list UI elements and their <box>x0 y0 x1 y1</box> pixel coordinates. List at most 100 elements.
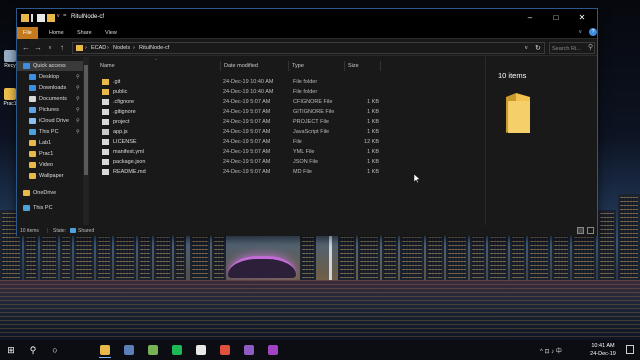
minimize-button[interactable]: – <box>517 9 543 27</box>
scrollbar-thumb[interactable] <box>84 65 88 175</box>
file-row[interactable]: .cfignore 24-Dec-19 5:07 AM CFIGNORE File 1… <box>97 97 482 107</box>
itunes-app-icon <box>196 345 206 355</box>
nav-item-onedrive[interactable]: OneDrive <box>17 188 85 198</box>
onenote-app-button[interactable] <box>264 342 282 358</box>
file-icon <box>102 119 109 125</box>
nav-item-pictures[interactable]: Pictures ⚲ <box>17 105 85 115</box>
nav-item-quick-access[interactable]: Quick access <box>17 61 85 71</box>
navigation-pane-scrollbar[interactable] <box>83 57 89 225</box>
nav-item-label: Lab1 <box>39 140 52 146</box>
nav-item-label: Quick access <box>33 63 66 69</box>
folder-icon <box>29 151 36 157</box>
file-row[interactable]: README.md 24-Dec-19 5:07 AM MD File 1 KB <box>97 167 482 177</box>
visual-studio-app-button[interactable] <box>240 342 258 358</box>
search-button[interactable]: ⚲ <box>24 342 42 358</box>
file-row[interactable]: package.json 24-Dec-19 5:07 AM JSON File 1 … <box>97 157 482 167</box>
spotify-app-button[interactable] <box>168 342 186 358</box>
search-box[interactable]: ⚲ <box>549 42 595 54</box>
file-size: 1 KB <box>367 99 379 105</box>
tab-home[interactable]: Home <box>43 27 70 39</box>
breadcrumb-nodels[interactable]: Nodels <box>113 45 130 51</box>
separator-icon <box>31 14 33 22</box>
start-button[interactable]: ⊞ <box>2 342 20 358</box>
quick-access-toolbar-dropdown[interactable]: v <box>57 13 60 19</box>
task-view-button[interactable]: ○ <box>46 342 64 358</box>
nav-item-wallpaper[interactable]: Wallpaper <box>17 171 85 181</box>
tab-view[interactable]: View <box>99 27 123 39</box>
file-icon <box>102 149 109 155</box>
file-row[interactable]: manifest.yml 24-Dec-19 5:07 AM YML File 1 K… <box>97 147 482 157</box>
file-name: .git <box>113 79 121 85</box>
address-dropdown-button[interactable]: v <box>525 45 528 51</box>
new-folder-icon[interactable] <box>47 14 55 22</box>
large-icons-view-button[interactable] <box>587 227 594 234</box>
refresh-button[interactable]: ↻ <box>535 44 541 52</box>
nav-item-label: Pictures <box>39 107 59 113</box>
file-explorer-app-button[interactable] <box>96 342 114 358</box>
nav-item-documents[interactable]: Documents ⚲ <box>17 94 85 104</box>
help-button[interactable]: ? <box>589 28 597 36</box>
column-header-name[interactable]: Name <box>97 61 221 71</box>
file-size: 1 KB <box>367 109 379 115</box>
nav-item-label: Desktop <box>39 74 60 80</box>
file-row[interactable]: .git 24-Dec-19 10:40 AM File folder <box>97 77 482 87</box>
itunes-app-button[interactable] <box>192 342 210 358</box>
nav-item-icloud-drive[interactable]: iCloud Drive ⚲ <box>17 116 85 126</box>
photos-app-button[interactable] <box>120 342 138 358</box>
search-input[interactable] <box>552 44 586 53</box>
preview-item-count: 10 items <box>498 71 527 80</box>
address-bar[interactable]: › ECAD › Nodels › RitulNode-cf v ↻ <box>72 42 545 54</box>
skyline-building <box>212 232 226 280</box>
file-type: File folder <box>293 79 318 85</box>
file-row[interactable]: LICENSE 24-Dec-19 5:07 AM File 12 KB <box>97 137 482 147</box>
up-button[interactable]: ↑ <box>57 43 67 53</box>
nav-item-this-pc[interactable]: This PC <box>17 203 85 213</box>
file-row[interactable]: public 24-Dec-19 10:40 AM File folder <box>97 87 482 97</box>
tab-file[interactable]: File <box>17 27 38 39</box>
properties-icon[interactable] <box>37 14 45 22</box>
back-button[interactable]: ← <box>21 43 31 53</box>
file-icon <box>102 169 109 175</box>
column-header-date[interactable]: Date modified <box>221 61 289 71</box>
tab-share[interactable]: Share <box>71 27 98 39</box>
icloud-folder-icon <box>29 118 36 124</box>
folder-icon <box>29 173 36 179</box>
breadcrumb-ecad[interactable]: ECAD <box>91 45 106 51</box>
recent-locations-button[interactable]: v <box>45 43 55 53</box>
notepad-plus-app-button[interactable] <box>144 342 162 358</box>
file-type: PROJECT File <box>293 119 329 125</box>
forward-button[interactable]: → <box>33 43 43 53</box>
nav-item-prac1[interactable]: Prac1 <box>17 149 85 159</box>
shared-icon <box>70 228 76 233</box>
column-header-type[interactable]: Type <box>289 61 345 71</box>
file-size: 1 KB <box>367 159 379 165</box>
clock[interactable]: 10:41 AM 24-Dec-19 <box>584 342 622 358</box>
file-icon <box>102 99 109 105</box>
nav-item-video[interactable]: Video <box>17 160 85 170</box>
file-row[interactable]: .gitignore 24-Dec-19 5:07 AM GITIGNORE Fil… <box>97 107 482 117</box>
file-row[interactable]: project 24-Dec-19 5:07 AM PROJECT File 1 KB <box>97 117 482 127</box>
maximize-button[interactable]: □ <box>543 9 569 27</box>
chrome-app-icon <box>220 345 230 355</box>
breadcrumb-separator: › <box>85 45 87 51</box>
close-button[interactable]: ✕ <box>569 9 595 27</box>
details-view-button[interactable] <box>577 227 584 234</box>
file-date-modified: 24-Dec-19 5:07 AM <box>223 119 271 125</box>
nav-item-desktop[interactable]: Desktop ⚲ <box>17 72 85 82</box>
file-row[interactable]: app.js 24-Dec-19 5:07 AM JavaScript File 1 … <box>97 127 482 137</box>
notifications-icon[interactable] <box>626 345 634 354</box>
system-tray[interactable]: ^ ⊡ ♪ 中 <box>540 346 562 355</box>
nav-item-downloads[interactable]: Downloads ⚲ <box>17 83 85 93</box>
breadcrumb-ritulnode-cf[interactable]: RitulNode-cf <box>139 45 169 51</box>
nav-item-lab1[interactable]: Lab1 <box>17 138 85 148</box>
title-bar[interactable]: v = RitulNode-cf – □ ✕ <box>17 9 597 27</box>
chrome-app-button[interactable] <box>216 342 234 358</box>
column-header-size[interactable]: Size <box>345 61 381 71</box>
nav-item-this-pc[interactable]: This PC ⚲ <box>17 127 85 137</box>
ribbon-expand-chevron[interactable]: v <box>579 29 582 35</box>
file-date-modified: 24-Dec-19 5:07 AM <box>223 129 271 135</box>
nav-item-label: This PC <box>39 129 59 135</box>
pin-icon: ⚲ <box>76 74 80 80</box>
onenote-app-icon <box>268 345 278 355</box>
status-separator: | <box>47 228 49 234</box>
